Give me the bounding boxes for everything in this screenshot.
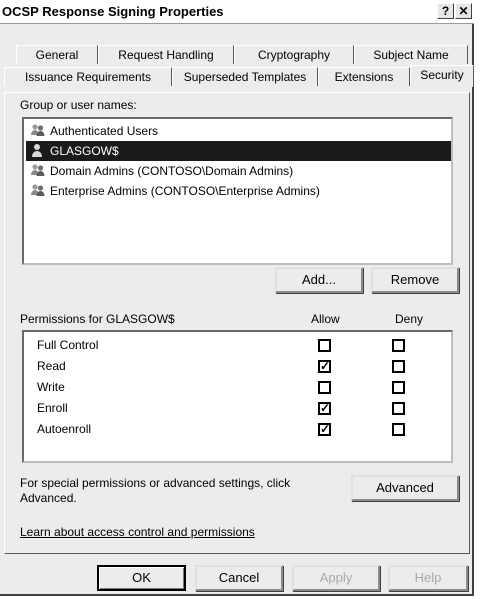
learn-more-link[interactable]: Learn about access control and permissio…: [20, 525, 255, 539]
apply-button[interactable]: Apply: [292, 565, 380, 591]
tab-row-bottom: Issuance Requirements Superseded Templat…: [4, 65, 474, 87]
tab-request-handling[interactable]: Request Handling: [98, 45, 234, 64]
security-panel: Group or user names: Authenticated Users…: [4, 92, 470, 554]
special-permissions-text-2: Advanced.: [20, 491, 77, 505]
special-permissions-text: For special permissions or advanced sett…: [20, 476, 291, 490]
tab-row-top: General Request Handling Cryptography Su…: [4, 45, 474, 65]
allow-checkbox-enroll[interactable]: ✓: [318, 402, 331, 415]
ok-button[interactable]: OK: [97, 565, 186, 591]
tab-security[interactable]: Security: [410, 65, 474, 87]
permissions-list: Full Control Read ✓ Write Enroll ✓ Autoe…: [22, 330, 453, 463]
permission-name: Enroll: [37, 401, 68, 415]
add-button[interactable]: Add...: [275, 267, 363, 293]
tab-extensions[interactable]: Extensions: [318, 67, 410, 86]
user-name: Enterprise Admins (CONTOSO\Enterprise Ad…: [50, 184, 320, 198]
remove-button[interactable]: Remove: [371, 267, 459, 293]
user-group-icon: [30, 163, 46, 177]
allow-column-header: Allow: [311, 312, 340, 326]
permission-name: Autoenroll: [37, 422, 92, 436]
user-list-item[interactable]: Enterprise Admins (CONTOSO\Enterprise Ad…: [26, 181, 451, 201]
permission-name: Write: [37, 380, 65, 394]
user-list-item[interactable]: Authenticated Users: [26, 121, 451, 141]
tab-general[interactable]: General: [16, 45, 98, 64]
permission-name: Read: [37, 359, 66, 373]
help-button[interactable]: ?: [437, 3, 454, 19]
allow-checkbox-read[interactable]: ✓: [318, 360, 331, 373]
deny-checkbox-read[interactable]: [392, 360, 405, 373]
user-group-icon: [30, 123, 46, 137]
close-button[interactable]: ✕: [455, 3, 472, 19]
window-title: OCSP Response Signing Properties: [2, 4, 224, 19]
allow-checkbox-write[interactable]: [318, 381, 331, 394]
user-group-icon: [30, 183, 46, 197]
user-list-item[interactable]: Domain Admins (CONTOSO\Domain Admins): [26, 161, 451, 181]
cancel-button[interactable]: Cancel: [195, 565, 283, 591]
tab-subject-name[interactable]: Subject Name: [354, 45, 468, 64]
deny-column-header: Deny: [395, 312, 424, 326]
title-bar[interactable]: OCSP Response Signing Properties ? ✕: [0, 0, 474, 24]
user-list[interactable]: Authenticated Users GLASGOW$ Domain Admi…: [22, 117, 453, 265]
user-icon: [30, 143, 46, 157]
group-label: Group or user names:: [20, 98, 137, 112]
properties-dialog: OCSP Response Signing Properties ? ✕ Gen…: [0, 0, 474, 596]
permission-name: Full Control: [37, 338, 99, 352]
deny-checkbox-autoenroll[interactable]: [392, 423, 405, 436]
tab-issuance-requirements[interactable]: Issuance Requirements: [4, 67, 172, 86]
user-list-item-selected[interactable]: GLASGOW$: [26, 141, 451, 161]
deny-checkbox-enroll[interactable]: [392, 402, 405, 415]
tab-superseded-templates[interactable]: Superseded Templates: [172, 67, 318, 86]
allow-checkbox-autoenroll[interactable]: ✓: [318, 423, 331, 436]
tab-cryptography[interactable]: Cryptography: [234, 45, 354, 64]
user-name: GLASGOW$: [50, 144, 119, 158]
advanced-button[interactable]: Advanced: [351, 475, 459, 501]
permissions-label: Permissions for GLASGOW$: [20, 312, 175, 326]
deny-checkbox-write[interactable]: [392, 381, 405, 394]
allow-checkbox-full-control[interactable]: [318, 339, 331, 352]
user-name: Authenticated Users: [50, 124, 159, 138]
help-footer-button[interactable]: Help: [388, 565, 468, 591]
deny-checkbox-full-control[interactable]: [392, 339, 405, 352]
user-name: Domain Admins (CONTOSO\Domain Admins): [50, 164, 294, 178]
